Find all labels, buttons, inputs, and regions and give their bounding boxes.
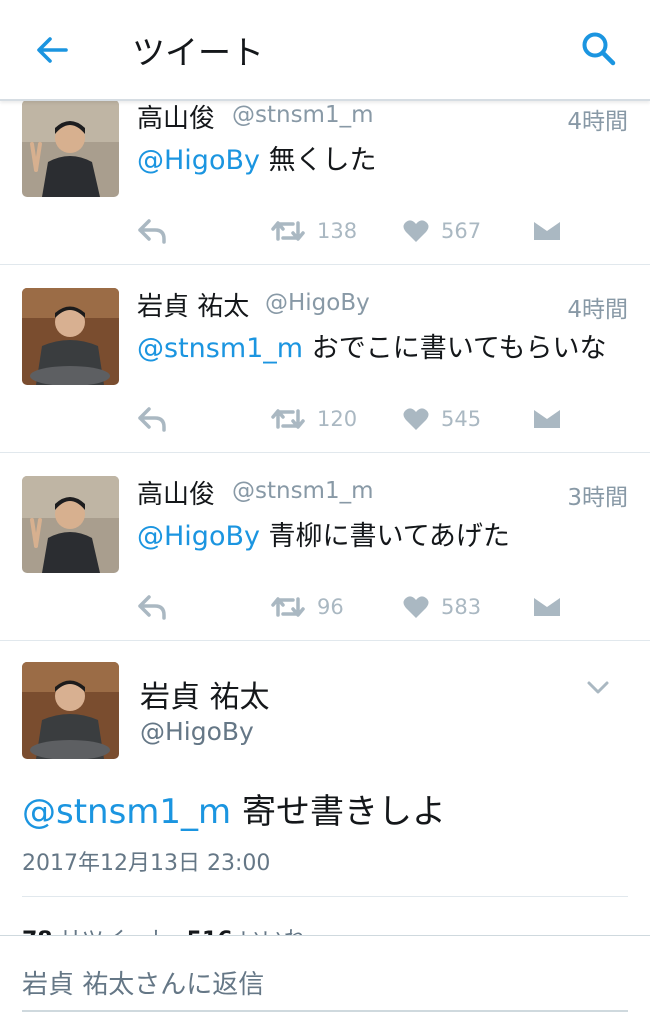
tweet-text-content: おでこに書いてもらいな — [303, 333, 607, 364]
back-button[interactable] — [32, 30, 72, 70]
divider — [22, 896, 628, 897]
tweet-card[interactable]: 岩貞 祐太 @HigoBy 4時間 @stnsm1_m おでこに書いてもらいな … — [0, 264, 650, 453]
user-name[interactable]: 高山俊 — [137, 474, 215, 511]
retweet-button[interactable]: 96 — [271, 592, 344, 622]
reply-icon — [138, 595, 166, 620]
retweet-button[interactable]: 138 — [271, 216, 357, 246]
engagement-counts[interactable]: 78 リツイート 516 いいね — [22, 922, 306, 936]
avatar[interactable] — [22, 476, 119, 573]
main-tweet-avatar[interactable] — [22, 662, 119, 759]
page-title: ツイート — [132, 33, 264, 72]
retweet-count: 120 — [317, 407, 358, 431]
tweet-time[interactable]: 4時間 — [567, 102, 628, 136]
tweet-text: @stnsm1_m おでこに書いてもらいな — [137, 326, 607, 365]
tweet-text: @HigoBy 無くした — [137, 138, 377, 177]
direct-message-button[interactable] — [534, 404, 560, 434]
direct-message-icon — [534, 410, 560, 428]
mention-link[interactable]: @HigoBy — [137, 521, 260, 552]
back-arrow-icon — [37, 37, 68, 63]
mention-link[interactable]: @HigoBy — [137, 145, 260, 176]
tweet-text: @HigoBy 青柳に書いてあげた — [137, 514, 510, 553]
like-button[interactable]: 567 — [403, 216, 481, 246]
main-tweet-user-handle[interactable]: @HigoBy — [140, 717, 254, 746]
tweet-text-content: 青柳に書いてあげた — [259, 521, 510, 552]
heart-icon — [403, 220, 429, 242]
reply-input[interactable]: 岩貞 祐太さんに返信 — [22, 964, 264, 1001]
tweet-actions: 120 545 — [137, 404, 567, 434]
search-icon — [582, 32, 616, 66]
heart-icon — [403, 408, 429, 430]
retweet-icon — [271, 409, 305, 429]
like-count: 545 — [441, 407, 482, 431]
main-tweet-text: @stnsm1_m 寄せ書きしよ — [22, 784, 446, 833]
user-handle[interactable]: @stnsm1_m — [232, 102, 374, 128]
user-handle[interactable]: @stnsm1_m — [232, 478, 374, 504]
mention-link[interactable]: @stnsm1_m — [22, 792, 231, 832]
tweet-card[interactable]: 高山俊 @stnsm1_m 4時間 @HigoBy 無くした 138 567 — [0, 76, 650, 265]
retweet-button[interactable]: 120 — [271, 404, 357, 434]
top-bar: ツイート — [0, 0, 650, 101]
mention-link[interactable]: @stnsm1_m — [137, 333, 303, 364]
like-count: 583 — [441, 595, 482, 619]
tweet-time[interactable]: 4時間 — [567, 290, 628, 324]
retweet-icon — [271, 221, 305, 241]
reply-bar: 岩貞 祐太さんに返信 — [0, 935, 650, 1014]
heart-icon — [403, 596, 429, 618]
tweet-actions: 96 583 — [137, 592, 567, 622]
main-tweet-text-content: 寄せ書きしよ — [231, 792, 446, 832]
main-tweet-date: 2017年12月13日 23:00 — [22, 851, 271, 876]
like-button[interactable]: 545 — [403, 404, 481, 434]
tweet-menu-button[interactable] — [586, 680, 610, 696]
reply-icon — [138, 407, 166, 432]
reply-button[interactable] — [137, 404, 167, 434]
reply-icon — [138, 219, 166, 244]
retweet-count: 96 — [317, 595, 344, 619]
main-tweet-user-name[interactable]: 岩貞 祐太 — [140, 672, 270, 716]
reply-button[interactable] — [137, 216, 167, 246]
direct-message-button[interactable] — [534, 592, 560, 622]
tweet-actions: 138 567 — [137, 216, 567, 246]
direct-message-icon — [534, 598, 560, 616]
direct-message-icon — [534, 222, 560, 240]
retweet-count: 138 — [317, 219, 358, 243]
like-button[interactable]: 583 — [403, 592, 481, 622]
reply-button[interactable] — [137, 592, 167, 622]
tweet-text-content: 無くした — [259, 145, 377, 176]
search-button[interactable] — [578, 28, 620, 70]
user-handle[interactable]: @HigoBy — [265, 290, 370, 316]
reply-input-underline — [22, 1010, 628, 1012]
like-count: 567 — [441, 219, 482, 243]
direct-message-button[interactable] — [534, 216, 560, 246]
avatar[interactable] — [22, 100, 119, 197]
avatar[interactable] — [22, 288, 119, 385]
retweet-icon — [271, 597, 305, 617]
tweet-time[interactable]: 3時間 — [567, 478, 628, 512]
tweet-card[interactable]: 高山俊 @stnsm1_m 3時間 @HigoBy 青柳に書いてあげた 96 5… — [0, 452, 650, 641]
chevron-down-icon — [587, 681, 609, 694]
user-name[interactable]: 岩貞 祐太 — [137, 286, 249, 323]
user-name[interactable]: 高山俊 — [137, 98, 215, 135]
